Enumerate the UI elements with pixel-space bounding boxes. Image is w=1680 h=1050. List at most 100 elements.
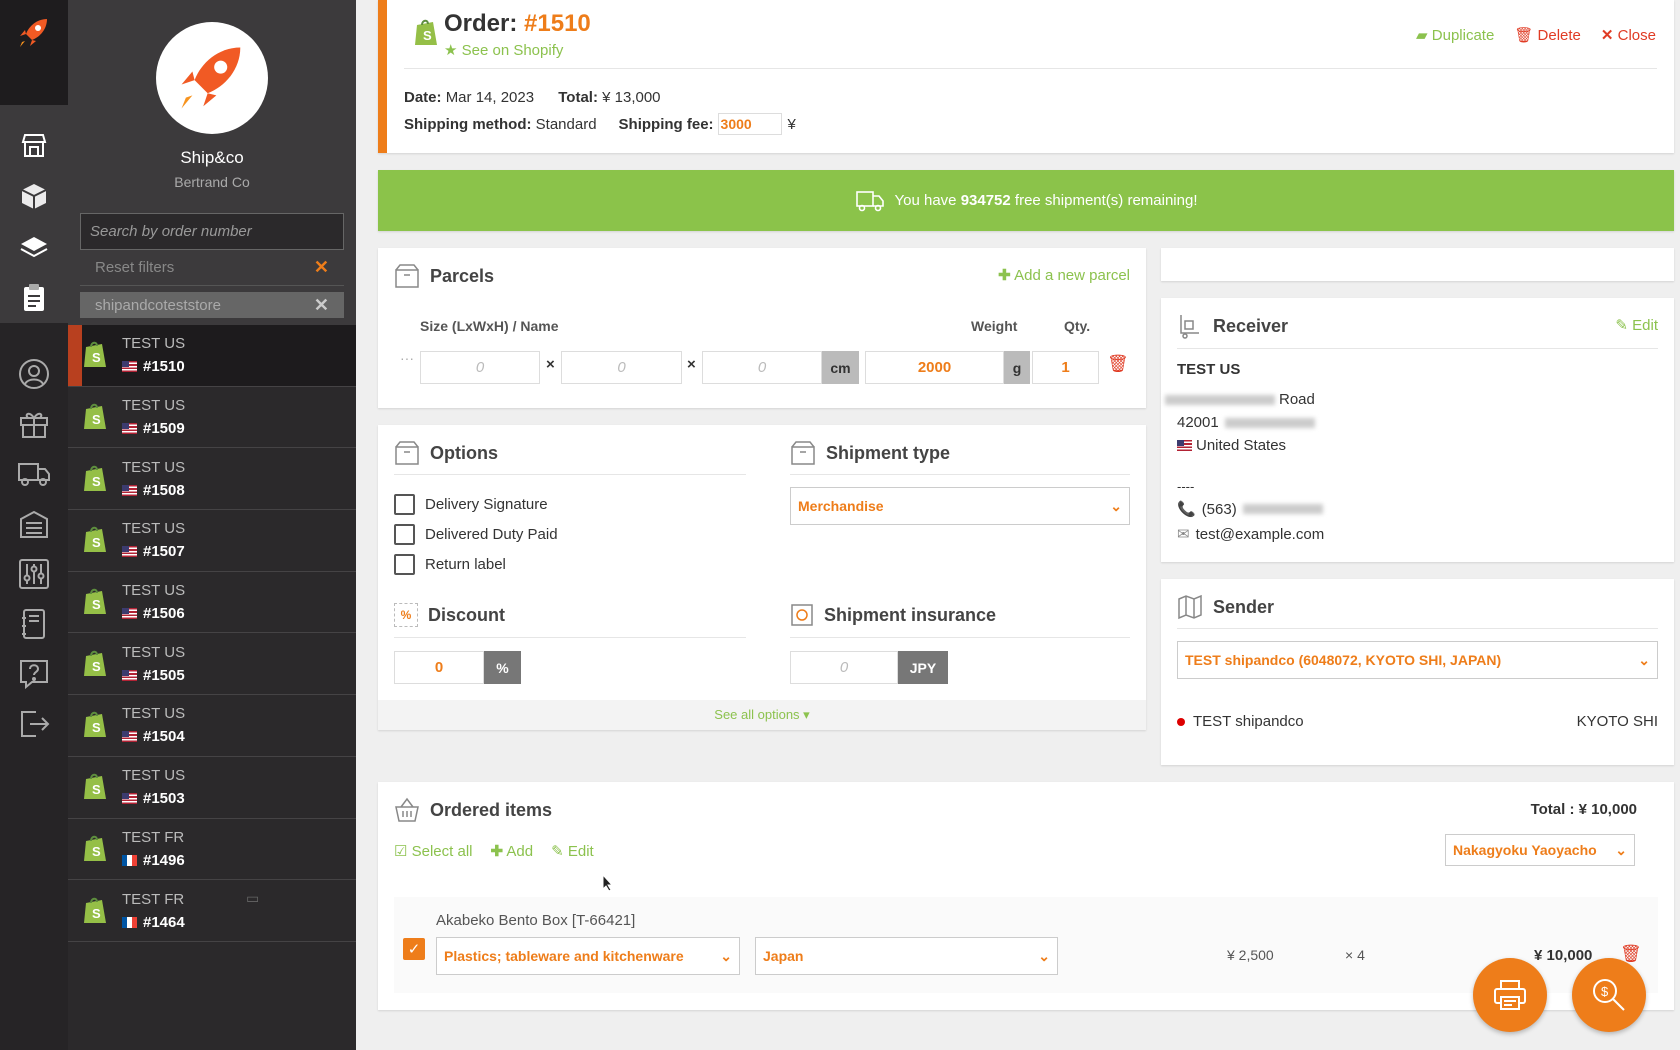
- order-list-item[interactable]: S TEST FR #1464 ▭: [68, 880, 356, 942]
- duplicate-button[interactable]: ▰ Duplicate: [1416, 26, 1494, 44]
- rate-search-button[interactable]: $: [1572, 958, 1646, 1032]
- remove-filter-icon[interactable]: ✕: [314, 295, 329, 316]
- shipment-type-value: Merchandise: [798, 498, 884, 514]
- clipboard-icon[interactable]: [0, 272, 68, 323]
- checkbox[interactable]: [394, 493, 415, 515]
- warehouse-select[interactable]: Nakagyoku Yaoyacho ⌄: [1445, 834, 1635, 866]
- width-input[interactable]: 0: [561, 351, 682, 384]
- map-icon: [1178, 594, 1202, 620]
- book-icon[interactable]: [0, 599, 68, 649]
- truck-icon[interactable]: [0, 449, 68, 499]
- drag-handle[interactable]: ···: [400, 350, 414, 366]
- sender-title: Sender: [1177, 594, 1274, 620]
- shopify-icon: S: [84, 527, 106, 553]
- svg-text:S: S: [92, 782, 101, 797]
- order-customer: TEST US: [122, 767, 186, 785]
- orders-sidebar: Ship&co Bertrand Co Search by order numb…: [68, 0, 356, 1050]
- help-icon[interactable]: [0, 649, 68, 699]
- item-origin-select[interactable]: Japan ⌄: [755, 937, 1058, 975]
- option-checkbox-row[interactable]: Delivery Signature: [394, 489, 558, 519]
- duplicate-label: Duplicate: [1431, 27, 1495, 44]
- app-logo[interactable]: [0, 0, 68, 105]
- order-number: #1510: [143, 358, 185, 376]
- order-list-item[interactable]: S TEST US #1506: [68, 572, 356, 634]
- truck-icon: [855, 190, 884, 211]
- item-category-select[interactable]: Plastics; tableware and kitchenware ⌄: [436, 937, 740, 975]
- japan-flag-icon: [1177, 717, 1185, 726]
- order-customer: TEST US: [122, 458, 186, 476]
- length-input[interactable]: 0: [420, 351, 540, 384]
- order-list-item[interactable]: S TEST US #1505: [68, 633, 356, 696]
- edit-receiver-button[interactable]: ✎ Edit: [1615, 316, 1658, 334]
- items-toolbar: ☑ Select all ✚ Add ✎ Edit: [394, 842, 594, 860]
- item-checkbox[interactable]: ✓: [403, 938, 425, 960]
- rocket-icon: [181, 47, 241, 109]
- order-list-item[interactable]: S TEST US #1508: [68, 448, 356, 511]
- order-customer: TEST US: [122, 520, 186, 538]
- settings-sliders-icon[interactable]: [0, 549, 68, 599]
- print-button[interactable]: [1473, 958, 1547, 1032]
- see-on-shopify-link[interactable]: ★ See on Shopify: [444, 41, 563, 59]
- insurance-title: Shipment insurance: [790, 603, 996, 627]
- fr-flag-icon: [122, 854, 137, 866]
- layers-icon[interactable]: [0, 221, 68, 272]
- order-list-item[interactable]: S TEST US #1504: [68, 695, 356, 757]
- checkbox[interactable]: [394, 523, 415, 545]
- item-name: Akabeko Bento Box [T-66421]: [436, 912, 636, 929]
- order-list: S TEST US #1510 S TEST US #1509 S TEST US #1508 S…: [68, 325, 356, 942]
- delete-parcel-icon[interactable]: 🗑: [1107, 354, 1129, 374]
- add-item-button[interactable]: ✚ Add: [491, 842, 534, 860]
- chevron-down-icon: ⌄: [1638, 651, 1650, 668]
- see-all-options-link[interactable]: See all options ▾: [378, 700, 1146, 730]
- insurance-input[interactable]: 0: [790, 651, 898, 684]
- discount-input[interactable]: 0: [394, 651, 484, 684]
- gift-icon[interactable]: [0, 399, 68, 449]
- receiver-email: ✉ test@example.com: [1177, 525, 1325, 544]
- add-parcel-button[interactable]: ✚ Add a new parcel: [998, 266, 1130, 284]
- qty-input[interactable]: 1: [1032, 351, 1099, 384]
- checkbox[interactable]: [394, 553, 415, 575]
- options-title: Options: [394, 440, 498, 466]
- order-list-item[interactable]: S TEST US #1510: [68, 325, 356, 387]
- edit-items-button[interactable]: ✎ Edit: [551, 842, 594, 860]
- shop-icon[interactable]: [0, 119, 68, 170]
- package-icon[interactable]: [0, 170, 68, 221]
- order-list-item[interactable]: S TEST US #1507: [68, 510, 356, 572]
- option-checkbox-row[interactable]: Return label: [394, 549, 558, 579]
- order-search-input[interactable]: Search by order number: [80, 213, 344, 250]
- items-total: Total : ¥ 10,000: [1530, 801, 1637, 818]
- store-filter-chip[interactable]: shipandcoteststore ✕: [80, 292, 344, 318]
- receiver-zip: 42001: [1177, 414, 1315, 431]
- sender-city: KYOTO SHI: [1576, 713, 1658, 730]
- order-number: #1503: [143, 790, 185, 808]
- order-number: #1510: [524, 10, 591, 37]
- filter-chip-label: shipandcoteststore: [95, 296, 221, 314]
- reset-filters[interactable]: Reset filters ✕: [80, 250, 344, 286]
- logout-icon[interactable]: [0, 699, 68, 749]
- order-list-item[interactable]: S TEST US #1509: [68, 387, 356, 449]
- plus-icon: ✚: [490, 843, 504, 860]
- item-price: ¥ 2,500: [1227, 947, 1274, 963]
- warehouse-icon[interactable]: [0, 499, 68, 549]
- option-checkbox-row[interactable]: Delivered Duty Paid: [394, 519, 558, 549]
- select-all-button[interactable]: ☑ Select all: [394, 842, 473, 860]
- item-qty: × 4: [1345, 947, 1365, 963]
- sender-select[interactable]: TEST shipandco (6048072, KYOTO SHI, JAPA…: [1177, 641, 1658, 679]
- shipment-type-select[interactable]: Merchandise ⌄: [790, 487, 1130, 525]
- comment-icon: ▭: [246, 890, 260, 907]
- plus-icon: ✚: [998, 267, 1011, 284]
- receiver-street: Road: [1165, 391, 1315, 408]
- delete-button[interactable]: 🗑 Delete: [1514, 26, 1581, 44]
- user-icon[interactable]: [0, 349, 68, 399]
- order-list-item[interactable]: S TEST FR #1496: [68, 819, 356, 881]
- weight-input[interactable]: 2000: [865, 351, 1004, 384]
- shipping-fee-input[interactable]: 3000: [717, 113, 782, 135]
- close-icon[interactable]: ✕: [314, 257, 329, 278]
- order-customer: TEST US: [122, 582, 186, 600]
- chevron-down-icon: ⌄: [720, 947, 732, 964]
- height-input[interactable]: 0: [702, 351, 822, 384]
- percent-icon: %: [394, 603, 418, 627]
- order-meta-row-1: Date: Mar 14, 2023 Total: ¥ 13,000: [404, 89, 661, 106]
- close-button[interactable]: ✕ Close: [1601, 26, 1656, 44]
- order-list-item[interactable]: S TEST US #1503: [68, 757, 356, 819]
